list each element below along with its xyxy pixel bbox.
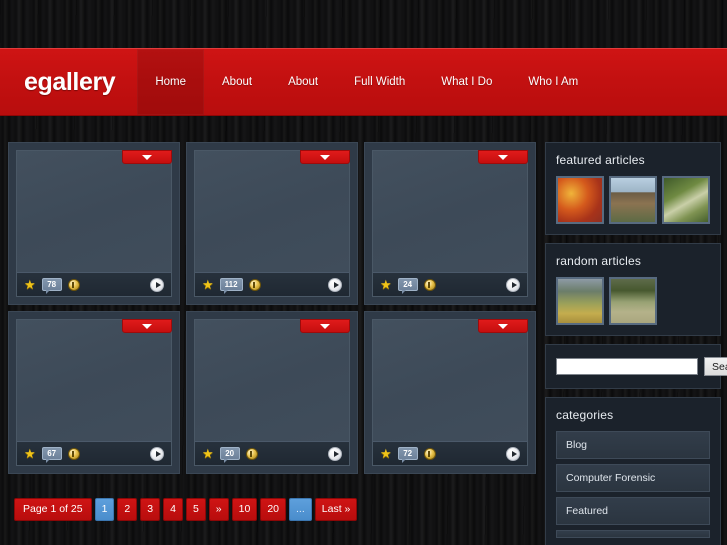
play-icon[interactable] (328, 277, 342, 292)
gallery-card-meta: ★ 24 (373, 272, 527, 296)
nav-item-about-1[interactable]: About (204, 49, 270, 115)
widget-search: Search (545, 344, 727, 389)
category-item-computer-forensic[interactable]: Computer Forensic (556, 464, 710, 492)
gallery-card-image[interactable]: ★ 20 (194, 319, 350, 466)
pagination-next-button[interactable]: » (208, 498, 229, 521)
gallery-card-meta: ★ 72 (373, 441, 527, 465)
gallery-card-image[interactable]: ★ 112 (194, 150, 350, 297)
play-icon[interactable] (506, 446, 520, 461)
gallery-card[interactable]: ★ 20 (186, 311, 358, 474)
gallery-card[interactable]: ★ 24 (364, 142, 536, 305)
play-icon[interactable] (150, 277, 164, 292)
coin-icon[interactable] (245, 447, 258, 460)
widget-categories: categories Blog Computer Forensic Featur… (545, 397, 721, 545)
widget-featured-articles: featured articles (545, 142, 721, 235)
random-thumb-2[interactable] (609, 277, 657, 325)
site-logo[interactable]: egallery (0, 49, 116, 115)
featured-articles-thumbs (556, 176, 710, 224)
pagination-ellipsis: ... (289, 498, 312, 521)
gallery-row-2: ★ 67 ★ 20 ★ 72 (8, 311, 536, 474)
coin-icon[interactable] (423, 447, 436, 460)
gallery-grid: ★ 78 ★ 112 ★ 24 ★ 67 ★ 20 ★ 72 (8, 142, 536, 480)
pagination-page-1[interactable]: 1 (94, 498, 115, 521)
play-icon[interactable] (328, 446, 342, 461)
categories-title: categories (556, 408, 614, 422)
gallery-card-meta: ★ 67 (17, 441, 171, 465)
comment-count-badge[interactable]: 72 (397, 447, 418, 463)
widget-random-articles: random articles (545, 243, 721, 336)
nav-item-who-i-am[interactable]: Who I Am (510, 49, 596, 115)
gallery-card-image[interactable]: ★ 72 (372, 319, 528, 466)
comment-count-badge[interactable]: 20 (219, 447, 240, 463)
random-articles-title: random articles (556, 254, 642, 268)
featured-thumb-1[interactable] (556, 176, 604, 224)
search-input[interactable] (556, 358, 698, 375)
random-articles-thumbs (556, 277, 710, 325)
star-icon[interactable]: ★ (24, 278, 36, 291)
featured-thumb-3[interactable] (662, 176, 710, 224)
comment-count-badge[interactable]: 78 (41, 278, 62, 294)
pagination-status: Page 1 of 25 (14, 498, 92, 521)
main-navigation: Home About About Full Width What I Do Wh… (137, 49, 596, 115)
star-icon[interactable]: ★ (202, 278, 214, 291)
gallery-row-1: ★ 78 ★ 112 ★ 24 (8, 142, 536, 305)
pagination-page-4[interactable]: 4 (163, 498, 183, 521)
site-header: egallery Home About About Full Width Wha… (0, 48, 727, 116)
gallery-card-meta: ★ 112 (195, 272, 349, 296)
comment-count-badge[interactable]: 24 (397, 278, 418, 294)
chevron-down-icon[interactable] (478, 150, 528, 164)
nav-item-about-2[interactable]: About (270, 49, 336, 115)
star-icon[interactable]: ★ (24, 447, 36, 460)
coin-icon[interactable] (423, 278, 436, 291)
featured-articles-title: featured articles (556, 153, 645, 167)
gallery-card-image[interactable]: ★ 24 (372, 150, 528, 297)
sidebar: featured articles random articles Search… (545, 142, 727, 545)
comment-count-badge[interactable]: 67 (41, 447, 62, 463)
gallery-card[interactable]: ★ 112 (186, 142, 358, 305)
gallery-card-meta: ★ 20 (195, 441, 349, 465)
gallery-card[interactable]: ★ 78 (8, 142, 180, 305)
pagination: Page 1 of 25 1 2 3 4 5 » 10 20 ... Last … (14, 498, 358, 521)
star-icon[interactable]: ★ (380, 278, 392, 291)
pagination-page-5[interactable]: 5 (185, 498, 206, 521)
page-content: ★ 78 ★ 112 ★ 24 ★ 67 ★ 20 ★ 72 Page 1 of… (0, 128, 727, 545)
chevron-down-icon[interactable] (122, 150, 172, 164)
random-thumb-1[interactable] (556, 277, 604, 325)
comment-count-badge[interactable]: 112 (219, 278, 243, 294)
pagination-page-20[interactable]: 20 (260, 498, 286, 521)
nav-item-home[interactable]: Home (137, 49, 204, 115)
gallery-card-image[interactable]: ★ 67 (16, 319, 172, 466)
play-icon[interactable] (150, 446, 164, 461)
pagination-page-10[interactable]: 10 (231, 498, 258, 521)
star-icon[interactable]: ★ (202, 447, 214, 460)
chevron-down-icon[interactable] (478, 319, 528, 333)
coin-icon[interactable] (67, 278, 80, 291)
coin-icon[interactable] (248, 278, 261, 291)
category-item-blog[interactable]: Blog (556, 431, 710, 459)
gallery-card[interactable]: ★ 67 (8, 311, 180, 474)
chevron-down-icon[interactable] (300, 319, 350, 333)
play-icon[interactable] (506, 277, 520, 292)
chevron-down-icon[interactable] (300, 150, 350, 164)
gallery-card-image[interactable]: ★ 78 (16, 150, 172, 297)
category-item-next-partial[interactable] (556, 530, 710, 538)
pagination-last-button[interactable]: Last » (314, 498, 358, 521)
star-icon[interactable]: ★ (380, 447, 392, 460)
chevron-down-icon[interactable] (122, 319, 172, 333)
gallery-card-meta: ★ 78 (17, 272, 171, 296)
nav-item-full-width[interactable]: Full Width (336, 49, 423, 115)
coin-icon[interactable] (67, 447, 80, 460)
category-item-featured[interactable]: Featured (556, 497, 710, 525)
nav-item-what-i-do[interactable]: What I Do (423, 49, 510, 115)
featured-thumb-2[interactable] (609, 176, 657, 224)
pagination-page-2[interactable]: 2 (117, 498, 138, 521)
search-button[interactable]: Search (704, 357, 727, 376)
gallery-card[interactable]: ★ 72 (364, 311, 536, 474)
pagination-page-3[interactable]: 3 (140, 498, 161, 521)
